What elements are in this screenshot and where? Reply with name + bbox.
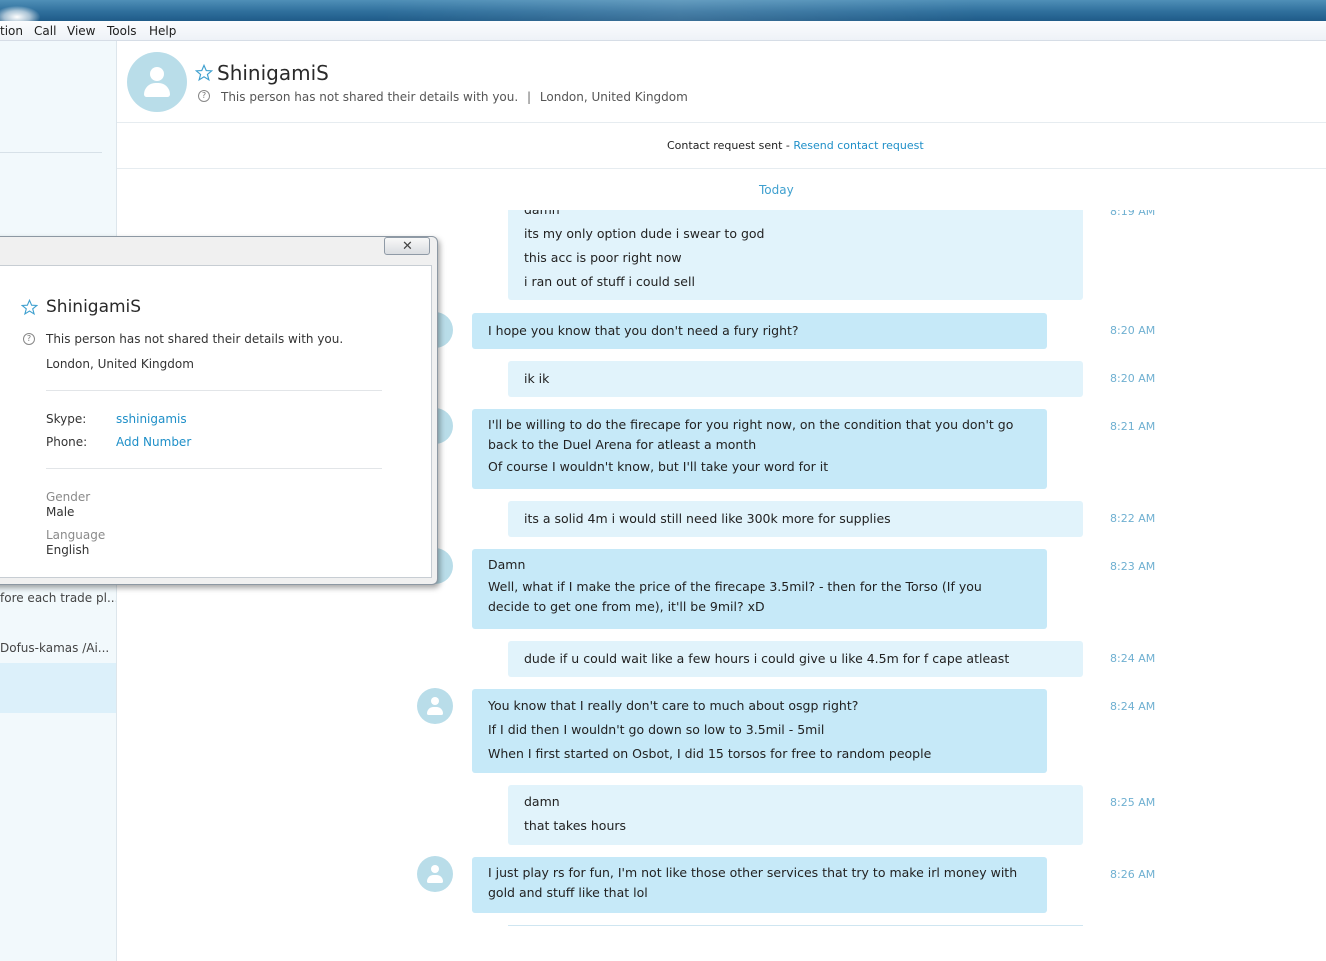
favorite-star-icon[interactable] <box>195 64 213 82</box>
skype-label: Skype: <box>46 412 87 426</box>
message-text: ik ik <box>524 371 550 386</box>
skype-name-link[interactable]: sshinigamis <box>116 412 187 426</box>
language-value: English <box>46 543 90 557</box>
message-list-end-line <box>508 925 1083 926</box>
sidebar-divider <box>0 152 102 153</box>
window-title-bar <box>0 0 1326 28</box>
message-bubble-incoming: You know that I really don't care to muc… <box>472 689 1047 773</box>
menu-bar: tion Call View Tools Help <box>0 21 1326 41</box>
request-status: Contact request sent - <box>667 139 794 152</box>
avatar-head-shape <box>431 697 439 705</box>
request-divider <box>117 168 1326 169</box>
sender-avatar[interactable] <box>417 688 453 724</box>
profile-name: ShinigamiS <box>46 297 142 317</box>
message-bubble-outgoing: ik ik <box>508 361 1083 397</box>
day-separator: Today <box>759 183 794 197</box>
message-text: damn <box>524 210 1067 222</box>
profile-divider <box>46 390 382 391</box>
message-timestamp: 8:24 AM <box>1110 652 1156 665</box>
add-number-link[interactable]: Add Number <box>116 435 191 449</box>
contact-details-note: This person has not shared their details… <box>221 90 519 104</box>
message-text: i ran out of stuff i could sell <box>524 274 695 289</box>
message-text: its my only option dude i swear to god <box>524 226 765 241</box>
title-bar-highlight <box>380 0 980 21</box>
phone-label: Phone: <box>46 435 88 449</box>
message-text: If I did then I wouldn't go down so low … <box>488 722 825 737</box>
menu-item-call[interactable]: Call <box>34 24 56 38</box>
message-text: dude if u could wait like a few hours i … <box>524 651 1010 666</box>
question-icon: ? <box>23 333 35 345</box>
message-text: its a solid 4m i would still need like 3… <box>524 511 891 526</box>
message-text: I just play rs for fun, I'm not like tho… <box>488 865 1018 900</box>
profile-location: London, United Kingdom <box>46 357 194 371</box>
message-text: I hope you know that you don't need a fu… <box>488 323 799 338</box>
message-timestamp: 8:22 AM <box>1110 512 1156 525</box>
gender-value: Male <box>46 505 75 519</box>
avatar-body-shape <box>144 83 170 97</box>
message-text: Well, what if I make the price of the fi… <box>488 579 982 614</box>
recent-item-preview[interactable]: Dofus-kamas /Ai... <box>0 641 109 655</box>
header-separator: | <box>527 90 532 104</box>
popup-close-button[interactable]: ✕ <box>384 237 430 255</box>
sender-avatar[interactable] <box>417 856 453 892</box>
message-bubble-outgoing: damn its my only option dude i swear to … <box>508 210 1083 300</box>
message-timestamp: 8:20 AM <box>1110 372 1156 385</box>
message-timestamp: 8:26 AM <box>1110 868 1156 881</box>
message-bubble-outgoing: dude if u could wait like a few hours i … <box>508 641 1083 677</box>
contact-location: London, United Kingdom <box>539 90 688 104</box>
avatar-head-shape <box>150 67 164 81</box>
message-bubble-outgoing: its a solid 4m i would still need like 3… <box>508 501 1083 537</box>
menu-item-help[interactable]: Help <box>149 24 176 38</box>
message-text: Of course I wouldn't know, but I'll take… <box>488 459 829 474</box>
question-icon: ? <box>198 90 210 102</box>
recent-item-preview[interactable]: fore each trade pl... <box>0 591 116 605</box>
message-bubble-incoming: I just play rs for fun, I'm not like tho… <box>472 857 1047 913</box>
message-bubble-outgoing: damn that takes hours <box>508 785 1083 845</box>
profile-details-note: This person has not shared their details… <box>46 332 344 346</box>
menu-item-tools[interactable]: Tools <box>107 24 137 38</box>
message-timestamp: 8:19 AM <box>1110 210 1156 218</box>
message-text: that takes hours <box>524 818 627 833</box>
profile-divider <box>46 468 382 469</box>
avatar-body-shape <box>427 875 443 883</box>
message-timestamp: 8:21 AM <box>1110 420 1156 433</box>
avatar-head-shape <box>431 865 439 873</box>
gender-label: Gender <box>46 490 91 504</box>
message-timestamp: 8:23 AM <box>1110 560 1156 573</box>
message-text: Damn <box>488 557 526 572</box>
sidebar-selected-item[interactable] <box>0 663 116 713</box>
resend-request-link[interactable]: Resend contact request <box>793 139 923 152</box>
message-text: When I first started on Osbot, I did 15 … <box>488 746 932 761</box>
message-timestamp: 8:20 AM <box>1110 324 1156 337</box>
contact-avatar[interactable] <box>127 52 187 112</box>
message-bubble-incoming: Damn Well, what if I make the price of t… <box>472 549 1047 629</box>
contact-name: ShinigamiS <box>217 61 329 85</box>
menu-item-conversation[interactable]: tion <box>0 24 23 38</box>
contact-header-details: This person has not shared their details… <box>221 90 688 104</box>
language-label: Language <box>46 528 106 542</box>
close-icon: ✕ <box>402 239 413 254</box>
header-divider <box>117 122 1326 123</box>
message-text: damn <box>524 794 560 809</box>
message-bubble-incoming: I'll be willing to do the firecape for y… <box>472 409 1047 489</box>
avatar-body-shape <box>427 707 443 715</box>
message-text: this acc is poor right now <box>524 250 682 265</box>
message-timestamp: 8:25 AM <box>1110 796 1156 809</box>
message-timestamp: 8:24 AM <box>1110 700 1156 713</box>
message-text: I'll be willing to do the firecape for y… <box>488 417 1014 452</box>
menu-item-view[interactable]: View <box>67 24 95 38</box>
message-bubble-incoming: I hope you know that you don't need a fu… <box>472 313 1047 349</box>
favorite-star-icon[interactable] <box>21 299 38 316</box>
message-text: You know that I really don't care to muc… <box>488 698 859 713</box>
